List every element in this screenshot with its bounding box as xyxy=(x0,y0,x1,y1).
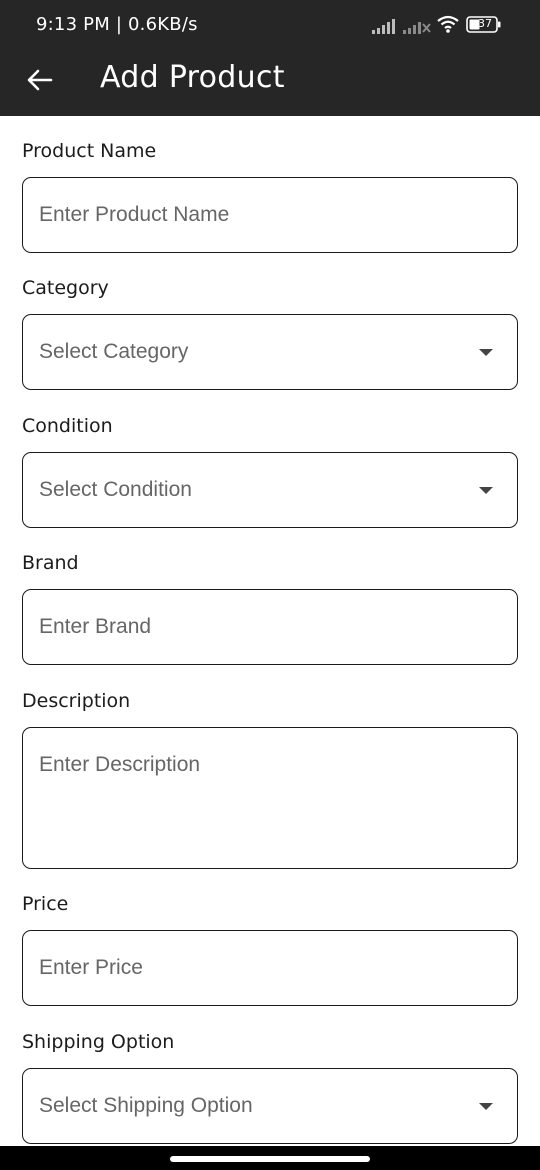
price-field[interactable] xyxy=(22,930,518,1006)
home-indicator[interactable] xyxy=(170,1156,370,1162)
signal-icon xyxy=(372,19,395,34)
price-label: Price xyxy=(22,893,69,915)
condition-select-value: Select Condition xyxy=(39,478,192,501)
category-select-value: Select Category xyxy=(39,340,189,363)
product-name-label: Product Name xyxy=(22,140,157,162)
description-label: Description xyxy=(22,690,131,712)
condition-label: Condition xyxy=(22,415,113,437)
battery-level: 37 xyxy=(478,17,492,30)
brand-label: Brand xyxy=(22,552,79,574)
wifi-icon xyxy=(437,15,459,33)
dropdown-arrow-icon xyxy=(479,487,493,494)
shipping-option-label: Shipping Option xyxy=(22,1031,175,1053)
status-icons: 37 xyxy=(372,14,502,36)
dropdown-arrow-icon xyxy=(479,1103,493,1110)
condition-select[interactable]: Select Condition xyxy=(22,452,518,528)
shipping-option-select-value: Select Shipping Option xyxy=(39,1094,253,1117)
arrow-left-icon xyxy=(27,69,53,91)
product-name-field[interactable] xyxy=(22,177,518,253)
price-input[interactable] xyxy=(23,931,517,1005)
signal-no-service-icon xyxy=(403,22,431,34)
system-navigation-bar xyxy=(0,1146,540,1170)
category-select[interactable]: Select Category xyxy=(22,314,518,390)
shipping-option-select[interactable]: Select Shipping Option xyxy=(22,1068,518,1144)
description-field[interactable] xyxy=(22,727,518,869)
status-time: 9:13 PM | 0.6KB/s xyxy=(36,14,198,35)
app-bar: Add Product xyxy=(0,48,540,116)
status-bar: 9:13 PM | 0.6KB/s 37 xyxy=(0,0,540,48)
brand-field[interactable] xyxy=(22,589,518,665)
back-button[interactable] xyxy=(18,58,62,102)
page-title: Add Product xyxy=(100,60,285,95)
category-label: Category xyxy=(22,277,109,299)
dropdown-arrow-icon xyxy=(479,349,493,356)
brand-input[interactable] xyxy=(23,590,517,664)
description-input[interactable] xyxy=(23,728,517,868)
product-name-input[interactable] xyxy=(23,178,517,252)
